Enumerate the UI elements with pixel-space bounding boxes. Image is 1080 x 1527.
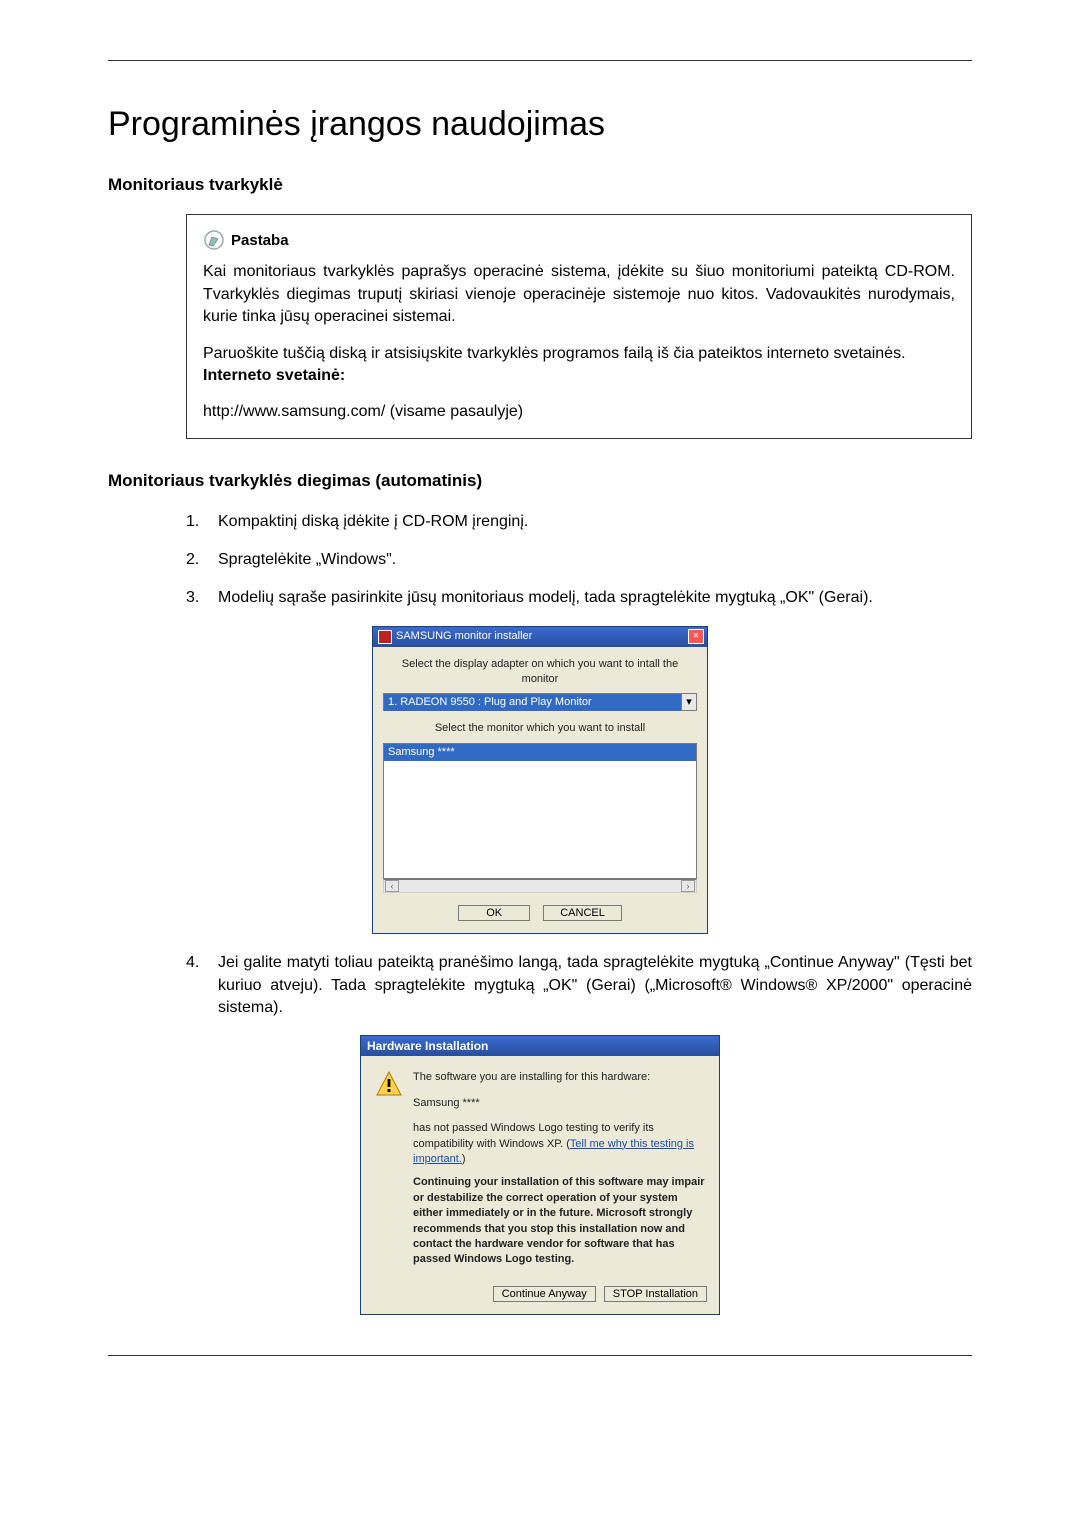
step-number: 3. <box>186 587 218 609</box>
section-monitor-driver-heading: Monitoriaus tvarkyklė <box>108 173 972 197</box>
hardware-warning-dialog: Hardware Installation The software you a… <box>360 1035 720 1315</box>
scroll-right-icon[interactable]: › <box>681 880 695 892</box>
dialog-titlebar: Hardware Installation <box>361 1036 719 1056</box>
step-number: 1. <box>186 511 218 533</box>
note-paragraph-2: Paruoškite tuščią diską ir atsisiųskite … <box>203 343 955 388</box>
install-steps-cont: 4. Jei galite matyti toliau pateiktą pra… <box>186 952 972 1019</box>
step-3-text: Modelių sąraše pasirinkite jūsų monitori… <box>218 587 972 609</box>
hw-compat-text: has not passed Windows Logo testing to v… <box>413 1121 705 1167</box>
hw-bold-warning: Continuing your installation of this sof… <box>413 1175 705 1267</box>
website-url: http://www.samsung.com/ (visame pasaulyj… <box>203 401 955 423</box>
step-number: 4. <box>186 952 218 1019</box>
step-4-text: Jei galite matyti toliau pateiktą pranėš… <box>218 952 972 1019</box>
hw-line1: The software you are installing for this… <box>413 1070 705 1085</box>
app-icon <box>378 630 392 644</box>
installer-dialog-figure: SAMSUNG monitor installer × Select the d… <box>108 626 972 935</box>
page-title: Programinės įrangos naudojimas <box>108 101 972 149</box>
list-item[interactable]: Samsung **** <box>384 744 696 761</box>
adapter-select[interactable]: 1. RADEON 9550 : Plug and Play Monitor ▾ <box>383 693 697 711</box>
cancel-button[interactable]: CANCEL <box>543 905 622 921</box>
note-title: Pastaba <box>231 230 289 251</box>
website-label: Interneto svetainė: <box>203 365 955 387</box>
scroll-left-icon[interactable]: ‹ <box>385 880 399 892</box>
hw-title: Hardware Installation <box>367 1038 488 1055</box>
prompt-monitor: Select the monitor which you want to ins… <box>383 721 697 736</box>
note-box: Pastaba Kai monitoriaus tvarkyklės papra… <box>186 214 972 438</box>
horizontal-scrollbar[interactable]: ‹ › <box>383 879 697 893</box>
section-auto-install-heading: Monitoriaus tvarkyklės diegimas (automat… <box>108 469 972 493</box>
step-1-text: Kompaktinį diską įdėkite į CD-ROM įrengi… <box>218 511 972 533</box>
top-divider <box>108 60 972 61</box>
monitor-listbox[interactable]: Samsung **** <box>383 743 697 879</box>
hardware-warning-figure: Hardware Installation The software you a… <box>108 1035 972 1315</box>
dialog-title: SAMSUNG monitor installer <box>396 629 532 644</box>
prompt-adapter: Select the display adapter on which you … <box>383 657 697 688</box>
install-steps: 1. Kompaktinį diską įdėkite į CD-ROM įre… <box>186 511 972 610</box>
hw-device-name: Samsung **** <box>413 1096 705 1111</box>
stop-installation-button[interactable]: STOP Installation <box>604 1286 707 1302</box>
close-icon[interactable]: × <box>688 629 704 644</box>
bottom-divider <box>108 1355 972 1356</box>
step-number: 2. <box>186 549 218 571</box>
warning-icon <box>375 1070 403 1098</box>
ok-button[interactable]: OK <box>458 905 530 921</box>
note-paragraph-1: Kai monitoriaus tvarkyklės paprašys oper… <box>203 261 955 328</box>
dialog-titlebar: SAMSUNG monitor installer × <box>373 627 707 647</box>
chevron-down-icon[interactable]: ▾ <box>681 694 696 710</box>
continue-anyway-button[interactable]: Continue Anyway <box>493 1286 596 1302</box>
installer-dialog: SAMSUNG monitor installer × Select the d… <box>372 626 708 935</box>
step-2-text: Spragtelėkite „Windows". <box>218 549 972 571</box>
adapter-select-value: 1. RADEON 9550 : Plug and Play Monitor <box>384 694 681 711</box>
note-icon <box>203 229 225 251</box>
